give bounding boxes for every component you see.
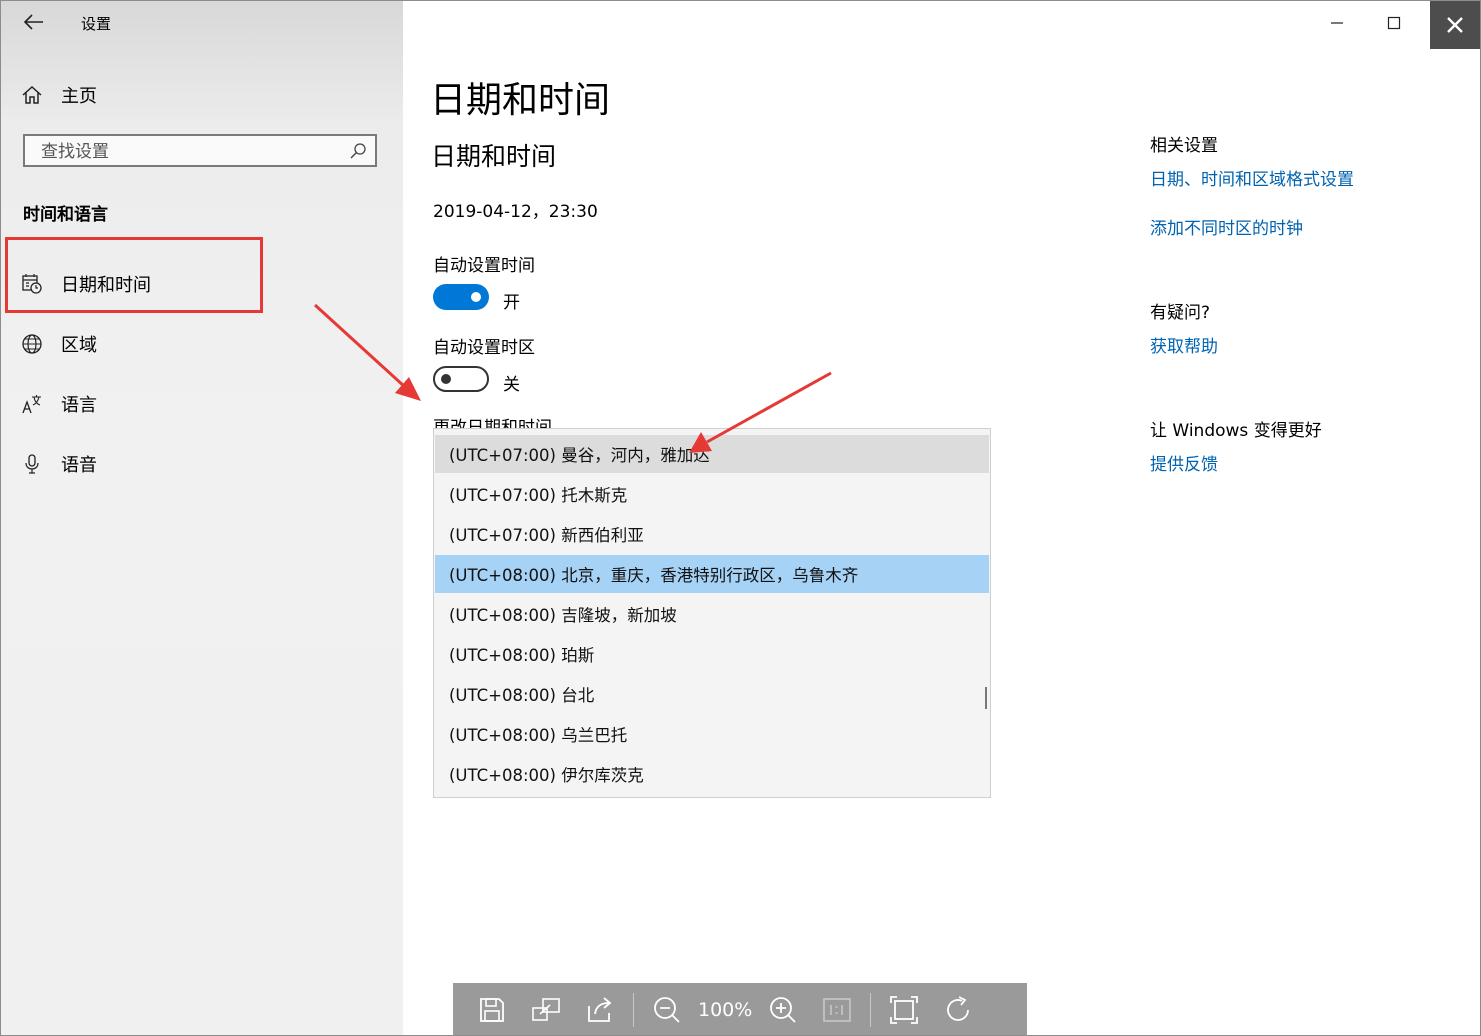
sidebar-item-language[interactable]: 语言: [21, 389, 97, 419]
question-title: 有疑问?: [1150, 303, 1211, 323]
close-icon: [1447, 17, 1463, 33]
zoom-level: 100%: [698, 999, 753, 1021]
home-icon: [22, 85, 42, 104]
current-date-time: 2019-04-12，23:30: [433, 202, 598, 222]
sidebar-item-region[interactable]: 区域: [21, 329, 97, 359]
timezone-option[interactable]: (UTC+07:00) 新西伯利亚: [435, 515, 989, 553]
timezone-option[interactable]: (UTC+08:00) 珀斯: [435, 635, 989, 673]
timezone-option[interactable]: (UTC+08:00) 台北: [435, 675, 989, 713]
screenshot-button[interactable]: [523, 988, 569, 1032]
share-button[interactable]: [577, 988, 623, 1032]
sidebar-item-label: 语言: [61, 395, 97, 416]
timezone-option[interactable]: (UTC+07:00) 托木斯克: [435, 475, 989, 513]
timezone-option[interactable]: (UTC+08:00) 吉隆坡，新加坡: [435, 595, 989, 633]
close-button[interactable]: [1430, 1, 1480, 49]
maximize-icon: [1387, 16, 1401, 30]
actual-size-icon: [823, 998, 852, 1022]
fit-window-icon: [890, 996, 919, 1024]
search-icon[interactable]: [349, 142, 367, 160]
zoom-out-button[interactable]: [644, 988, 690, 1032]
maximize-button[interactable]: [1371, 1, 1417, 45]
globe-icon: [21, 333, 43, 355]
toolbar-separator: [633, 993, 634, 1027]
minimize-icon: [1331, 22, 1343, 24]
sidebar: 设置 主页 时间和语言 日期和时间 区域 语言: [1, 1, 403, 1035]
annotation-highlight-box: [5, 237, 263, 313]
get-help-link[interactable]: 获取帮助: [1150, 332, 1218, 357]
actual-size-button[interactable]: [814, 988, 860, 1032]
add-clocks-link[interactable]: 添加不同时区的时钟: [1150, 214, 1303, 239]
timezone-option[interactable]: (UTC+07:00) 曼谷，河内，雅加达: [435, 435, 989, 473]
screenshot-icon: [532, 998, 560, 1021]
search-box: [23, 134, 377, 167]
timezone-option[interactable]: (UTC+08:00) 乌兰巴托: [435, 715, 989, 753]
timezone-option-selected[interactable]: (UTC+08:00) 北京，重庆，香港特别行政区，乌鲁木齐: [435, 555, 989, 593]
feedback-link[interactable]: 提供反馈: [1150, 450, 1218, 475]
back-button[interactable]: [21, 9, 45, 35]
search-input[interactable]: [39, 140, 343, 164]
auto-timezone-label: 自动设置时区: [433, 338, 535, 358]
toolbar-separator: [870, 993, 872, 1027]
auto-timezone-toggle[interactable]: [433, 366, 489, 392]
share-icon: [588, 997, 612, 1022]
zoom-out-icon: [654, 997, 680, 1023]
scrollbar-thumb[interactable]: [985, 687, 987, 709]
sidebar-item-label: 区域: [61, 335, 97, 356]
related-settings-title: 相关设置: [1150, 136, 1218, 156]
zoom-in-icon: [770, 997, 796, 1023]
auto-time-label: 自动设置时间: [433, 256, 535, 276]
timezone-dropdown-list[interactable]: (UTC+07:00) 曼谷，河内，雅加达 (UTC+07:00) 托木斯克 (…: [433, 428, 991, 798]
image-viewer-toolbar: 100%: [453, 983, 1027, 1035]
save-icon: [480, 998, 504, 1022]
zoom-in-button[interactable]: [760, 988, 806, 1032]
rotate-icon: [947, 996, 970, 1021]
timezone-option[interactable]: (UTC+08:00) 伊尔库茨克: [435, 755, 989, 793]
sidebar-section-title: 时间和语言: [23, 205, 108, 225]
auto-timezone-state: 关: [503, 375, 520, 395]
microphone-icon: [21, 453, 43, 475]
nav-home[interactable]: 主页: [21, 81, 97, 109]
fit-window-button[interactable]: [881, 988, 927, 1032]
section-title: 日期和时间: [431, 142, 557, 171]
language-icon: [21, 393, 43, 415]
change-date-time-label: 更改日期和时间: [433, 418, 552, 429]
page-title: 日期和时间: [430, 80, 611, 121]
sidebar-item-label: 语音: [61, 455, 97, 476]
sidebar-item-speech[interactable]: 语音: [21, 449, 97, 479]
improve-windows-title: 让 Windows 变得更好: [1150, 421, 1322, 441]
settings-window: 设置 主页 时间和语言 日期和时间 区域 语言: [0, 0, 1481, 1036]
minimize-button[interactable]: [1314, 1, 1360, 45]
back-arrow-icon: [23, 14, 43, 30]
auto-time-toggle[interactable]: [433, 284, 489, 310]
nav-home-label: 主页: [61, 86, 97, 107]
auto-time-state: 开: [503, 293, 520, 313]
app-title: 设置: [81, 15, 112, 33]
date-time-region-format-link[interactable]: 日期、时间和区域格式设置: [1150, 165, 1354, 190]
save-button[interactable]: [469, 988, 515, 1032]
rotate-button[interactable]: [935, 988, 981, 1032]
